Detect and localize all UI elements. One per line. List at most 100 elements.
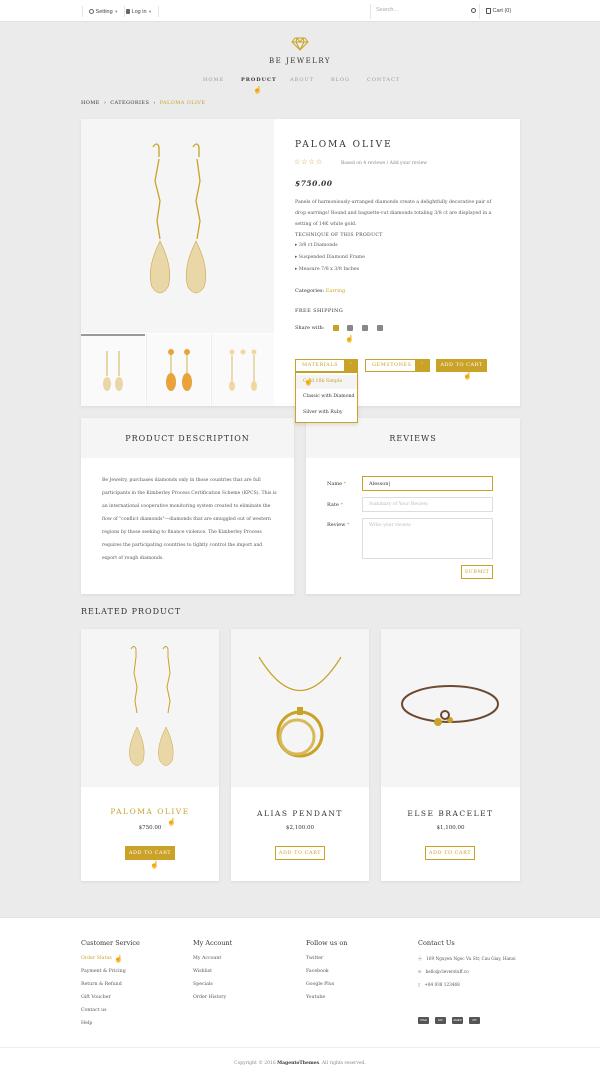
footer-column-title: Customer Service <box>81 939 140 947</box>
footer-link[interactable]: Contact us <box>81 1004 140 1017</box>
categories-label: Categories: <box>295 288 325 294</box>
related-price: $1,100.00 <box>436 825 465 831</box>
nav-blog[interactable]: BLOG <box>331 77 350 83</box>
related-image[interactable] <box>381 629 520 787</box>
add-to-cart-button[interactable]: ADD TO CART <box>125 846 175 860</box>
breadcrumb: HOME › CATEGORIES › PALOMA OLIVE <box>81 100 205 106</box>
materials-option[interactable]: Classic with Diamond <box>296 389 357 405</box>
earring-image <box>149 143 207 294</box>
rating-stars[interactable]: ☆☆☆☆ <box>294 158 323 166</box>
thumbnail-1[interactable] <box>81 334 145 406</box>
footer-link[interactable]: Wishlist <box>193 965 232 978</box>
twitter-icon[interactable] <box>347 325 353 331</box>
thumbnail-3[interactable] <box>211 334 274 406</box>
add-to-cart-button[interactable]: ADD TO CART <box>436 359 487 372</box>
technique-item: ▸ 3/8 ct Diamonds <box>295 243 338 248</box>
materials-option[interactable]: Silver with Ruby <box>296 405 357 421</box>
footer-link[interactable]: My Account <box>193 952 232 965</box>
setting-dropdown[interactable]: Setting ▼ <box>82 6 126 17</box>
product-title: PALOMA OLIVE <box>295 140 393 150</box>
footer-link[interactable]: Specials <box>193 978 232 991</box>
map-pin-icon: ⦿ <box>418 956 423 961</box>
nav-about[interactable]: ABOUT <box>290 77 314 83</box>
footer-column-title: Follow us on <box>306 939 348 947</box>
breadcrumb-home[interactable]: HOME <box>81 100 100 106</box>
instagram-icon[interactable] <box>377 325 383 331</box>
search-input[interactable]: Search... <box>376 7 398 13</box>
related-image[interactable] <box>81 629 219 787</box>
technique-item: ▸ Measure 7/8 x 3/8 Inches <box>295 267 360 272</box>
related-image[interactable] <box>231 629 369 787</box>
related-name[interactable]: PALOMA OLIVE <box>81 807 219 816</box>
description-title: PRODUCT DESCRIPTION <box>125 434 250 443</box>
related-name[interactable]: ALIAS PENDANT <box>231 809 369 818</box>
product-short-description: Panels of harmoniously-arranged diamonds… <box>295 200 492 227</box>
footer-column-title: Contact Us <box>418 939 455 947</box>
related-name[interactable]: ELSE BRACELET <box>381 809 520 818</box>
shopping-bag-icon <box>486 7 491 14</box>
chevron-down-icon: ▼ <box>148 9 153 14</box>
facebook-icon[interactable] <box>333 325 339 331</box>
review-textarea[interactable]: Write your review <box>362 518 493 559</box>
footer-link[interactable]: Twitter <box>306 952 347 965</box>
breadcrumb-current: PALOMA OLIVE <box>159 100 206 106</box>
payment-visa-icon: VISA <box>418 1017 429 1024</box>
footer-email[interactable]: ✉ hello@cleverstuff.co <box>418 965 516 978</box>
footer-link[interactable]: Payment & Pricing <box>81 965 140 978</box>
cursor-hand-icon: ☝ <box>304 378 313 386</box>
login-dropdown[interactable]: Log in ▼ <box>120 6 160 17</box>
cursor-hand-icon: ☝ <box>463 372 472 380</box>
name-label: Name * <box>327 481 347 487</box>
submit-button[interactable]: SUBMIT <box>461 565 493 579</box>
add-to-cart-button[interactable]: ADD TO CART <box>425 846 475 860</box>
cursor-hand-icon: ☝ <box>345 335 354 343</box>
footer-link[interactable]: Gift Voucher <box>81 991 140 1004</box>
login-label: Log in <box>131 9 147 15</box>
related-price: $2,100.00 <box>286 825 314 831</box>
payment-paypal-icon: PP <box>469 1017 480 1024</box>
footer-link[interactable]: Youtube <box>306 991 347 1004</box>
chevron-down-icon: ▼ <box>114 9 119 14</box>
footer-link[interactable]: Order History <box>193 991 232 1004</box>
footer-link[interactable]: Return & Refund <box>81 978 140 991</box>
footer-address: ⦿ 169 Nguyen Ngoc Vu Str, Cau Giay, Hanoi <box>418 956 516 961</box>
footer-phone: ▯ +84 938 123468 <box>418 982 460 987</box>
cart-label: Cart (0) <box>492 8 512 14</box>
thumbnail-2[interactable] <box>146 334 210 406</box>
product-price: $750.00 <box>295 179 333 188</box>
nav-contact[interactable]: CONTACT <box>367 77 400 83</box>
nav-home[interactable]: HOME <box>203 77 224 83</box>
brand-name[interactable]: BE JEWELRY <box>250 57 350 65</box>
search-icon[interactable] <box>471 8 476 13</box>
categories-row: Categories: Earring <box>295 288 345 294</box>
materials-label: MATERIALS <box>302 362 339 368</box>
footer-link[interactable]: Help <box>81 1017 140 1030</box>
related-heading: RELATED PRODUCT <box>81 607 182 616</box>
breadcrumb-categories[interactable]: CATEGORIES <box>110 100 149 106</box>
chevron-right-icon: › <box>103 100 107 106</box>
rate-field[interactable]: Summary of Your Review <box>362 497 493 512</box>
add-to-cart-button[interactable]: ADD TO CART <box>275 846 325 860</box>
reviews-link[interactable]: Based on 4 reviews / Add your review <box>341 161 427 166</box>
diamond-logo-icon[interactable] <box>291 37 309 53</box>
footer-link[interactable]: Order Status <box>81 952 140 965</box>
payment-amex-icon: AMEX <box>452 1017 463 1024</box>
free-shipping-label: FREE SHIPPING <box>295 308 344 314</box>
nav-product[interactable]: PRODUCT <box>241 77 277 83</box>
reviews-title: REVIEWS <box>389 434 437 443</box>
chevron-up-icon[interactable]: ˄ <box>344 359 358 372</box>
cart-link[interactable]: Cart (0) <box>486 6 511 17</box>
footer-link[interactable]: Google Plus <box>306 978 347 991</box>
google-plus-icon[interactable] <box>362 325 368 331</box>
search-box[interactable]: Search... <box>370 4 480 19</box>
category-link[interactable]: Earring <box>326 288 345 294</box>
related-price: $750.00 <box>138 825 162 831</box>
gear-icon <box>89 9 94 15</box>
main-product-image <box>81 119 274 333</box>
name-field[interactable]: Alesson| <box>362 476 493 491</box>
chevron-down-icon[interactable]: ˅ <box>415 359 430 372</box>
footer-link[interactable]: Facebook <box>306 965 347 978</box>
phone-icon: ▯ <box>418 982 421 987</box>
cursor-hand-icon: ☝ <box>167 818 176 826</box>
footer-column-title: My Account <box>193 939 233 947</box>
